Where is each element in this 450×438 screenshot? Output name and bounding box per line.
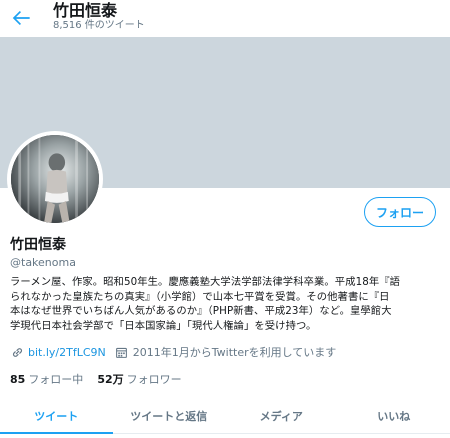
avatar[interactable] <box>7 131 103 227</box>
follow-button[interactable]: フォロー <box>364 197 436 227</box>
calendar-icon <box>115 345 129 359</box>
header-title: 竹田恒泰 <box>53 1 118 20</box>
following-label: フォロー中 <box>28 373 84 386</box>
top-bar: 竹田恒泰 8,516 件のツイート <box>0 0 450 36</box>
joined-date: 2011年1月からTwitterを利用しています <box>132 346 337 359</box>
bio-line: 学現代日本社会学部で「日本国家論」「現代人権論」を受け持つ。 <box>10 319 317 332</box>
avatar-image <box>11 135 99 223</box>
back-button[interactable] <box>8 5 34 31</box>
following-count: 85 <box>10 372 26 386</box>
tab-likes[interactable]: いいね <box>338 398 450 433</box>
followers-count: 52万 <box>97 373 124 386</box>
tab-media[interactable]: メディア <box>225 398 338 433</box>
link-icon <box>10 345 24 359</box>
bio-line: 本はなぜ世界でいちばん人気があるのか』（PHP新書、平成23年）など。皇學館大 <box>10 305 392 318</box>
profile-meta: bit.ly/2TfLC9N 2011年1月からTwitterを利用しています <box>10 344 336 360</box>
profile-link[interactable]: bit.ly/2TfLC9N <box>28 346 106 359</box>
followers-label: フォロワー <box>126 373 182 386</box>
tab-tweets[interactable]: ツイート <box>0 398 113 434</box>
back-arrow-icon <box>12 10 30 26</box>
profile-bio: ラーメン屋、作家。昭和50年生。慶應義塾大学法学部法律学科卒業。平成18年『語 … <box>10 275 442 333</box>
bio-line: られなかった皇族たちの真実』（小学館）で山本七平賞を受賞。その他著書に『日 <box>10 290 390 303</box>
following-stat[interactable]: 85 フォロー中 <box>10 371 83 387</box>
profile-tabs: ツイート ツイートと返信 メディア いいね <box>0 398 450 434</box>
profile-name: 竹田恒泰 <box>10 237 66 253</box>
profile-handle: @takenoma <box>10 256 76 269</box>
profile-stats: 85 フォロー中 52万 フォロワー <box>10 371 196 387</box>
bio-line: ラーメン屋、作家。昭和50年生。慶應義塾大学法学部法律学科卒業。平成18年『語 <box>10 276 401 288</box>
followers-stat[interactable]: 52万 フォロワー <box>97 371 181 387</box>
tab-tweets-and-replies[interactable]: ツイートと返信 <box>113 398 226 433</box>
tweet-count: 8,516 件のツイート <box>53 20 145 31</box>
